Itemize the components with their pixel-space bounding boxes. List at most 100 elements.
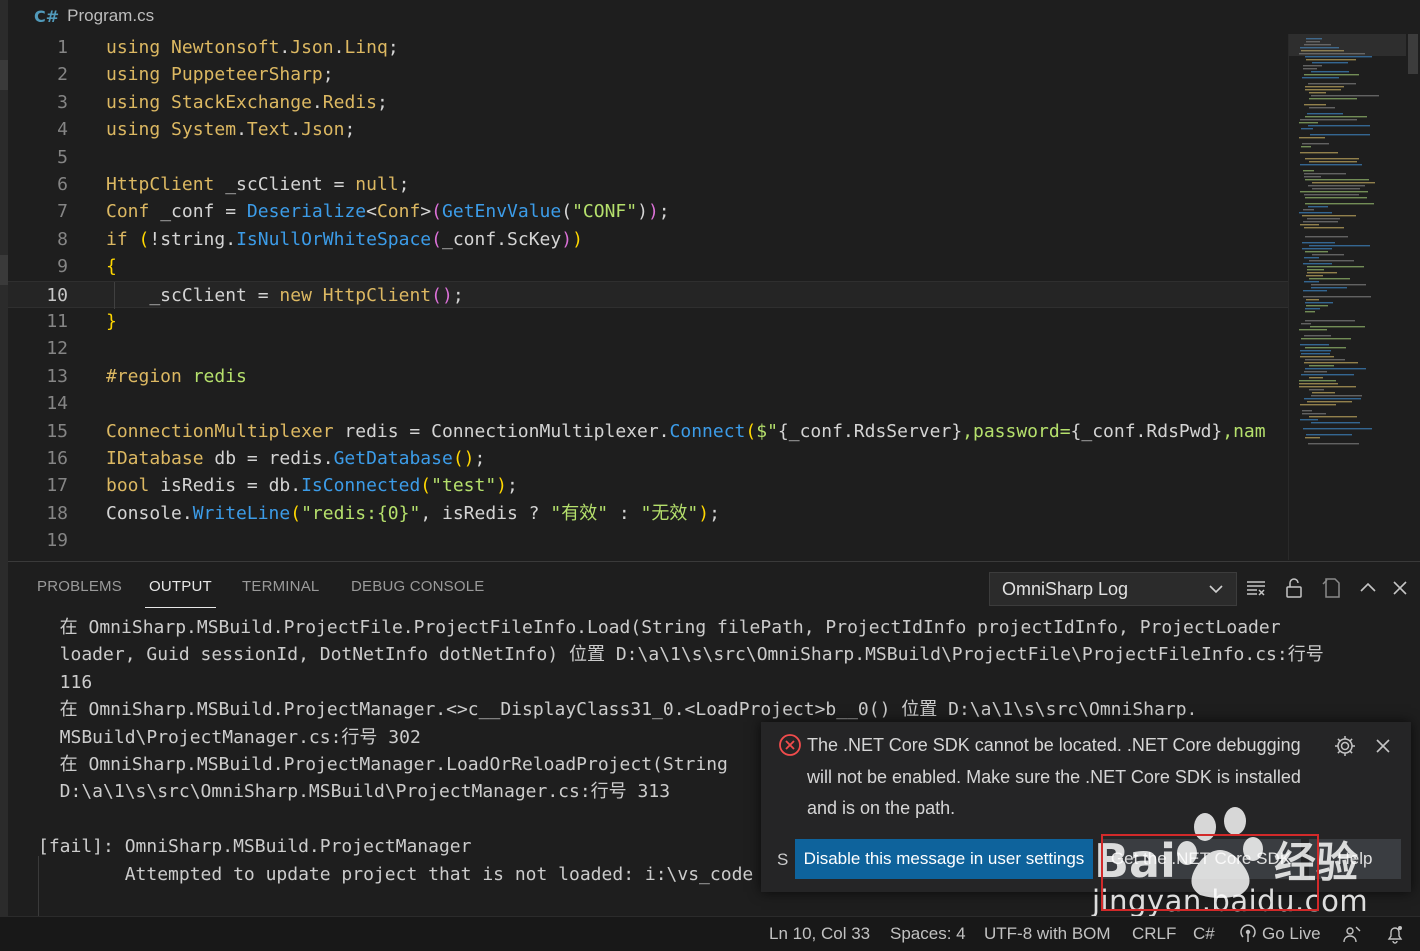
maximize-panel-icon[interactable] — [1356, 576, 1380, 600]
line-number: 15 — [46, 420, 68, 442]
minimap-stroke — [1306, 59, 1356, 61]
lock-scroll-icon[interactable] — [1282, 576, 1306, 600]
code-token: ; — [344, 119, 356, 141]
get-sdk-button[interactable]: Get the .NET Core SDK — [1101, 839, 1301, 879]
line-number: 10 — [46, 284, 68, 306]
code-line[interactable]: 17 bool isRedis = db.IsConnected("test"); — [8, 472, 1288, 499]
code-token: ( — [452, 448, 464, 469]
minimap-stroke — [1304, 104, 1326, 106]
code-token: GetDatabase — [333, 448, 453, 469]
log-line: MSBuild\ProjectManager.cs:行号 302 — [38, 726, 421, 748]
close-icon[interactable] — [1371, 734, 1395, 758]
code-line[interactable]: 3 using StackExchange.Redis; — [8, 89, 1288, 116]
code-line[interactable]: 1 using Newtonsoft.Json.Linq; — [8, 34, 1288, 61]
code-line[interactable]: 11} — [8, 308, 1288, 335]
minimap-stroke — [1300, 350, 1331, 352]
code-line[interactable]: 9{ — [8, 253, 1288, 280]
minimap-stroke — [1302, 77, 1339, 79]
code-line[interactable]: 7 Conf _conf = Deserialize<Conf>(GetEnvVa… — [8, 198, 1288, 225]
code-line[interactable]: 15 ConnectionMultiplexer redis = Connecti… — [8, 418, 1288, 445]
line-number: 6 — [57, 174, 68, 195]
gear-icon[interactable] — [1333, 734, 1357, 758]
minimap-stroke — [1309, 377, 1323, 379]
code-line[interactable]: 8 if (!string.IsNullOrWhiteSpace(_conf.Sc… — [8, 226, 1288, 253]
code-line[interactable]: 19 — [8, 527, 1288, 554]
minimap-stroke — [1300, 356, 1334, 358]
code-token: IDatabase — [106, 448, 204, 469]
minimap-stroke — [1304, 362, 1358, 364]
minimap-stroke — [1306, 299, 1319, 301]
code-token: ,password= — [962, 420, 1071, 442]
code-text: IDatabase db = redis.GetDatabase(); — [106, 445, 485, 472]
code-token: Connect — [669, 420, 746, 442]
code-line[interactable]: 4 using System.Text.Json; — [8, 116, 1288, 143]
code-line[interactable]: 13 #region redis — [8, 363, 1288, 390]
code-text: Conf _conf = Deserialize<Conf>(GetEnvVal… — [106, 198, 670, 225]
code-token: HttpClient — [322, 284, 432, 306]
minimap-stroke — [1299, 386, 1356, 388]
minimap-stroke — [1302, 215, 1356, 217]
tab-output[interactable]: OUTPUT — [145, 578, 216, 608]
minimap-stroke — [1309, 107, 1335, 109]
code-token: bool — [106, 475, 150, 497]
indentation-setting[interactable]: Spaces: 4 — [890, 924, 966, 944]
code-token: Json — [301, 119, 345, 141]
disable-message-button[interactable]: Disable this message in user settings — [795, 839, 1093, 879]
code-token: if — [106, 228, 128, 250]
minimap-stroke — [1301, 338, 1351, 340]
code-token: ( — [745, 420, 757, 442]
line-number: 8 — [57, 228, 68, 250]
minimap-stroke — [1305, 179, 1369, 181]
code-token: ( — [431, 284, 442, 306]
cursor-position[interactable]: Ln 10, Col 33 — [769, 924, 870, 944]
end-of-line[interactable]: CRLF — [1132, 924, 1176, 944]
notification-source: S — [777, 850, 789, 869]
broadcast-icon[interactable] — [1238, 924, 1258, 944]
feedback-icon[interactable] — [1342, 924, 1362, 944]
notifications-bell-icon[interactable] — [1385, 924, 1405, 944]
code-token: ( — [138, 228, 150, 250]
minimap-stroke — [1312, 182, 1375, 184]
file-encoding[interactable]: UTF-8 with BOM — [984, 924, 1111, 944]
minimap-stroke — [1300, 191, 1368, 193]
code-token: ) — [496, 475, 508, 497]
minimap-stroke — [1307, 401, 1352, 403]
tab-problems[interactable]: PROBLEMS — [37, 578, 122, 595]
minimap-stroke — [1302, 143, 1329, 145]
code-line[interactable]: 14 — [8, 390, 1288, 417]
code-line[interactable]: 10 _scClient = new HttpClient(); — [8, 280, 1288, 309]
minimap-stroke — [1310, 326, 1365, 328]
tab-debug-console[interactable]: DEBUG CONSOLE — [351, 578, 484, 595]
code-token: using — [106, 64, 161, 86]
minimap-stroke — [1305, 368, 1366, 370]
tab-terminal[interactable]: TERMINAL — [242, 578, 319, 595]
minimap-slider[interactable] — [1289, 34, 1407, 56]
code-line[interactable]: 18 Console.WriteLine("redis:{0}", isRedis… — [8, 500, 1288, 527]
clear-output-icon[interactable] — [1244, 576, 1268, 600]
code-editor[interactable]: 1 using Newtonsoft.Json.Linq; 2 using Puppe… — [8, 34, 1288, 560]
minimap[interactable] — [1288, 34, 1407, 560]
language-mode[interactable]: C# — [1193, 924, 1215, 944]
close-panel-icon[interactable] — [1388, 576, 1412, 600]
code-line[interactable]: 16 IDatabase db = redis.GetDatabase(); — [8, 445, 1288, 472]
open-log-file-icon[interactable] — [1320, 576, 1344, 600]
scrollbar-thumb[interactable] — [1408, 34, 1418, 74]
code-token: ; — [709, 502, 720, 524]
code-token: _conf.ScKey — [442, 228, 562, 250]
code-line[interactable]: 6 HttpClient _scClient = null; — [8, 171, 1288, 198]
code-line[interactable]: 12 — [8, 335, 1288, 362]
file-tab-program-cs[interactable]: C# Program.cs — [34, 6, 154, 26]
help-button[interactable]: Help — [1309, 839, 1401, 879]
code-line[interactable]: 2 using PuppeteerSharp; — [8, 61, 1288, 88]
editor-scrollbar[interactable] — [1406, 34, 1420, 560]
go-live-button[interactable]: Go Live — [1262, 924, 1321, 944]
output-channel-select[interactable]: OmniSharp Log — [989, 572, 1237, 606]
code-token: redis = ConnectionMultiplexer. — [333, 420, 670, 442]
code-token: WriteLine — [192, 502, 291, 524]
log-line: 在 OmniSharp.MSBuild.ProjectManager.<>c__… — [38, 699, 1198, 721]
minimap-stroke — [1303, 221, 1338, 223]
minimap-stroke — [1303, 65, 1322, 67]
log-line: 在 OmniSharp.MSBuild.ProjectManager.LoadO… — [38, 754, 728, 775]
code-line[interactable]: 5 — [8, 144, 1288, 171]
